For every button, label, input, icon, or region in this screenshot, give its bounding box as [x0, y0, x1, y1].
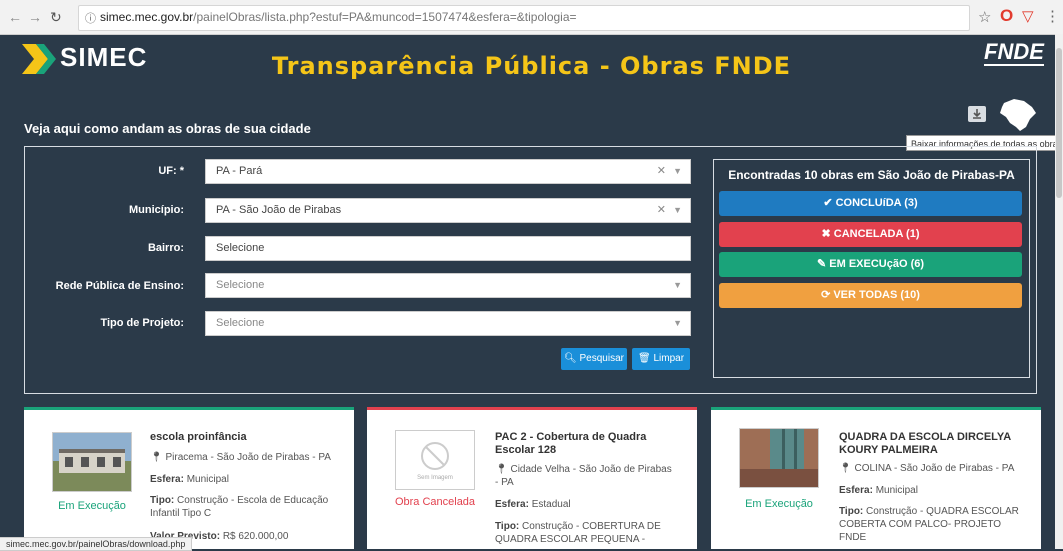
esfera-label: Esfera: — [150, 474, 184, 485]
clear-button[interactable]: 🗑︎ Limpar — [632, 348, 690, 370]
obra-photo — [52, 432, 132, 492]
cancelada-button[interactable]: ✖ CANCELADA (1) — [719, 222, 1022, 247]
reload-icon[interactable]: ↻ — [50, 9, 62, 26]
em-execucao-label: EM EXECUçãO (6) — [829, 258, 925, 270]
clear-icon[interactable]: ✕ — [657, 160, 666, 183]
clear-icon[interactable]: ✕ — [657, 199, 666, 222]
uf-label: UF: * — [158, 165, 184, 177]
refresh-icon: ⟳ — [821, 289, 831, 301]
location-text: Cidade Velha - São João de Pirabas - PA — [495, 464, 672, 488]
no-image-placeholder: Sem Imagem — [395, 430, 475, 490]
rede-value: Selecione — [216, 279, 265, 291]
obra-card[interactable]: Em Execução QUADRA DA ESCOLA DIRCELYA KO… — [711, 407, 1041, 549]
obra-esfera: Esfera: Municipal — [839, 484, 1024, 497]
esfera-value: Municipal — [875, 485, 918, 496]
results-title: Encontradas 10 obras em São João de Pira… — [728, 168, 1015, 182]
chevron-down-icon: ▼ — [673, 280, 682, 290]
location-text: COLINA - São João de Pirabas - PA — [854, 463, 1015, 474]
obra-esfera: Esfera: Estadual — [495, 498, 675, 511]
esfera-label: Esfera: — [495, 499, 529, 510]
clear-button-label: Limpar — [653, 353, 685, 364]
obra-card[interactable]: Sem Imagem Obra Cancelada PAC 2 - Cobert… — [367, 407, 697, 549]
search-button[interactable]: 🔍︎ Pesquisar — [561, 348, 627, 370]
search-button-label: Pesquisar — [579, 353, 624, 364]
esfera-label: Esfera: — [839, 485, 873, 496]
ver-todas-label: VER TODAS (10) — [833, 289, 920, 301]
pencil-icon: ✎ — [816, 258, 827, 270]
obra-location: 📍︎ Cidade Velha - São João de Pirabas - … — [495, 463, 675, 489]
brazil-map-icon[interactable] — [996, 97, 1038, 133]
municipio-value: PA - São João de Pirabas — [216, 204, 342, 216]
back-icon[interactable]: ← — [8, 9, 22, 25]
rede-select[interactable]: Selecione ▼ — [205, 273, 691, 298]
chevron-down-icon: ▼ — [673, 205, 682, 215]
tipo-value: Construção - QUADRA ESCOLAR COBERTA COM … — [839, 506, 1019, 543]
obra-tipo: Tipo: Construção - QUADRA ESCOLAR COBERT… — [839, 505, 1024, 544]
tipo-value: Construção - Escola de Educação Infantil… — [150, 495, 329, 519]
tipo-label: Tipo: — [839, 506, 864, 517]
status-badge: Em Execução — [58, 500, 126, 512]
map-pin-icon: 📍︎ — [495, 464, 508, 475]
valor-value: R$ 620.000,00 — [222, 531, 289, 542]
obra-title[interactable]: escola proinfância — [150, 431, 350, 444]
x-icon: ✖ — [821, 228, 831, 240]
bairro-label: Bairro: — [147, 242, 184, 254]
obra-photo — [739, 428, 819, 488]
tipo-label: Tipo: — [150, 495, 175, 506]
url-path: /painelObras/lista.php?estuf=PA&muncod=1… — [193, 10, 577, 24]
browser-toolbar: ← → ↻ ⓘ simec.mec.gov.br/painelObras/lis… — [0, 0, 1063, 35]
municipio-select[interactable]: PA - São João de Pirabas ✕ ▼ — [205, 198, 691, 223]
url-host: simec.mec.gov.br — [100, 10, 194, 24]
esfera-value: Municipal — [186, 474, 229, 485]
bairro-input[interactable]: Selecione — [205, 236, 691, 261]
opera-icon[interactable]: O — [1000, 6, 1013, 26]
obra-tipo: Tipo: Construção - Escola de Educação In… — [150, 494, 340, 520]
map-pin-icon: 📍︎ — [150, 452, 163, 463]
obra-title[interactable]: QUADRA DA ESCOLA DIRCELYA KOURY PALMEIRA — [839, 431, 1024, 457]
tipo-select[interactable]: Selecione ▼ — [205, 311, 691, 336]
chevron-down-icon: ▼ — [673, 166, 682, 176]
municipio-label: Município: — [129, 204, 184, 216]
vivaldi-shield-icon[interactable]: ▽ — [1022, 7, 1034, 25]
bairro-value: Selecione — [216, 242, 265, 254]
obra-card[interactable]: Em Execução escola proinfância 📍︎ Pirace… — [24, 407, 354, 549]
download-icon[interactable] — [968, 106, 986, 122]
forward-icon[interactable]: → — [28, 9, 42, 25]
scrollbar-thumb[interactable] — [1056, 48, 1062, 198]
location-text: Piracema - São João de Pirabas - PA — [165, 452, 331, 463]
tipo-value: Selecione — [216, 317, 265, 329]
bookmark-star-icon[interactable]: ☆ — [978, 8, 991, 26]
trash-icon: 🗑︎ — [637, 353, 651, 364]
uf-value: PA - Pará — [216, 165, 263, 177]
status-badge: Em Execução — [745, 498, 813, 510]
concluida-label: CONCLUíDA (3) — [835, 197, 918, 209]
tipo-value: Construção - COBERTURA DE QUADRA ESCOLAR… — [495, 521, 661, 545]
tipo-label: Tipo de Projeto: — [100, 317, 184, 329]
obra-tipo: Tipo: Construção - COBERTURA DE QUADRA E… — [495, 520, 685, 546]
menu-kebab-icon[interactable]: ⋮ — [1045, 7, 1060, 25]
cancelada-label: CANCELADA (1) — [833, 228, 920, 240]
esfera-value: Estadual — [531, 499, 571, 510]
no-image-label: Sem Imagem — [417, 475, 453, 481]
rede-label: Rede Pública de Ensino: — [55, 280, 184, 292]
url-text: simec.mec.gov.br/painelObras/lista.php?e… — [100, 10, 577, 24]
concluida-button[interactable]: ✔ CONCLUíDA (3) — [719, 191, 1022, 216]
search-icon: 🔍︎ — [564, 353, 577, 364]
obra-location: 📍︎ COLINA - São João de Pirabas - PA — [839, 462, 1024, 475]
map-pin-icon: 📍︎ — [839, 463, 852, 474]
check-icon: ✔ — [823, 197, 833, 209]
em-execucao-button[interactable]: ✎ EM EXECUçãO (6) — [719, 252, 1022, 277]
obra-location: 📍︎ Piracema - São João de Pirabas - PA — [150, 451, 350, 464]
obra-title[interactable]: PAC 2 - Cobertura de Quadra Escolar 128 — [495, 431, 675, 457]
ver-todas-button[interactable]: ⟳ VER TODAS (10) — [719, 283, 1022, 308]
obra-esfera: Esfera: Municipal — [150, 473, 350, 486]
info-icon[interactable]: ⓘ — [85, 10, 96, 26]
chevron-down-icon: ▼ — [673, 318, 682, 328]
fnde-logo[interactable]: FNDE — [984, 40, 1044, 66]
tipo-label: Tipo: — [495, 521, 520, 532]
page-title: Transparência Pública - Obras FNDE — [271, 52, 792, 80]
status-badge: Obra Cancelada — [394, 496, 476, 508]
page-subtitle: Veja aqui como andam as obras de sua cid… — [24, 121, 311, 136]
uf-select[interactable]: PA - Pará ✕ ▼ — [205, 159, 691, 184]
